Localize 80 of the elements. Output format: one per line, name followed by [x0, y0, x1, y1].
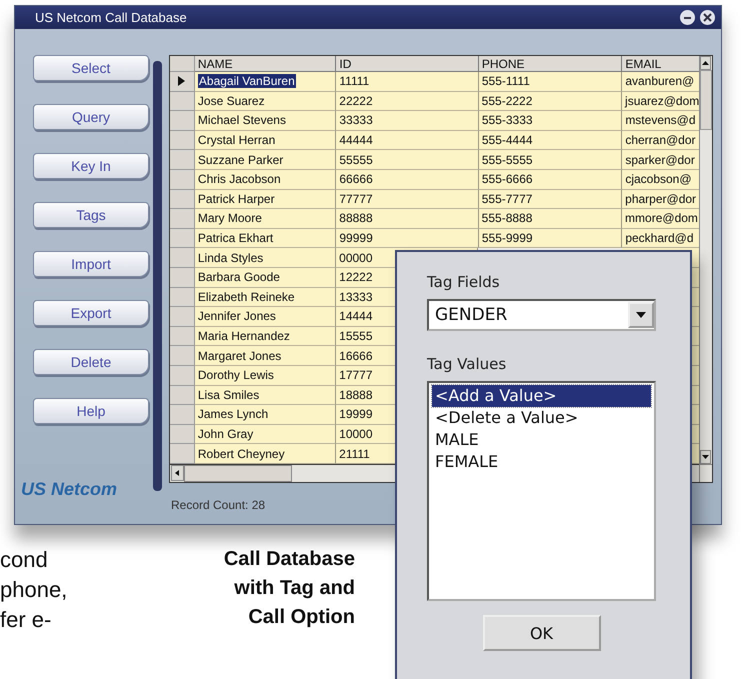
dropdown-field[interactable]: GENDER [427, 299, 656, 331]
table-cell: 44444 [336, 130, 479, 150]
table-cell: Robert Cheyney [194, 444, 336, 464]
scroll-thumb[interactable] [700, 70, 712, 130]
table-cell: 33333 [336, 111, 479, 131]
scroll-down-button[interactable] [700, 450, 712, 464]
table-cell: mmore@dom [622, 209, 700, 229]
close-button[interactable] [700, 10, 715, 25]
table-cell: 555-1111 [478, 72, 622, 92]
column-header[interactable]: NAME [194, 56, 336, 72]
table-cell: 22222 [336, 92, 479, 112]
close-icon [703, 13, 712, 22]
table-cell: Linda Styles [194, 248, 336, 268]
vertical-scrollbar[interactable] [699, 56, 712, 482]
table-cell: 555-4444 [478, 130, 622, 150]
side-button[interactable]: Tags [33, 202, 149, 228]
table-cell: jsuarez@dom [622, 92, 700, 112]
side-button[interactable]: Export [33, 300, 149, 326]
list-item[interactable]: <Add a Value> [432, 385, 651, 407]
scroll-thumb[interactable] [184, 464, 292, 482]
table-cell: avanburen@ [622, 72, 700, 92]
table-cell: Chris Jacobson [194, 170, 336, 190]
table-cell: Lisa Smiles [194, 386, 336, 406]
table-cell: Abagail VanBuren [194, 72, 336, 92]
table-cell: Crystal Herran [194, 130, 336, 150]
table-cell: 99999 [336, 228, 479, 248]
table-cell: John Gray [194, 424, 336, 444]
table-cell: Margaret Jones [194, 346, 336, 366]
side-button[interactable]: Select [33, 55, 149, 81]
corner-cell [170, 56, 195, 72]
side-button[interactable]: Delete [33, 349, 149, 375]
scroll-left-button[interactable] [171, 464, 184, 481]
table-cell: Elizabeth Reineke [194, 288, 336, 308]
body-text: cond phone, fer e- [0, 546, 68, 634]
table-cell: Maria Hernandez [194, 326, 336, 346]
logo-text: US Netcom [21, 479, 118, 500]
column-header[interactable]: EMAIL [622, 56, 700, 72]
table-cell: 555-7777 [478, 190, 622, 210]
table-cell: Patrica Ekhart [194, 228, 336, 248]
table-cell: 555-3333 [478, 111, 622, 131]
row-header[interactable] [170, 72, 195, 92]
table-cell: peckhard@d [622, 228, 700, 248]
table-cell: Suzzane Parker [194, 150, 336, 170]
table-cell: pharper@dor [622, 190, 700, 210]
table-cell: mstevens@d [622, 111, 700, 131]
side-button[interactable]: Help [33, 398, 149, 424]
record-count: Record Count: 28 [171, 498, 266, 512]
table-cell: Michael Stevens [194, 111, 336, 131]
table-cell: cjacobson@ [622, 170, 700, 190]
table-cell: Barbara Goode [194, 268, 336, 288]
table-cell: 88888 [336, 209, 479, 229]
table-cell: Mary Moore [194, 209, 336, 229]
table-cell: 11111 [336, 72, 479, 92]
table-cell: sparker@dor [622, 150, 700, 170]
column-header[interactable]: PHONE [478, 56, 622, 72]
table-cell: Jennifer Jones [194, 307, 336, 327]
table-cell: 55555 [336, 150, 479, 170]
ok-button[interactable]: OK [482, 615, 600, 651]
table-cell: Jose Suarez [194, 92, 336, 112]
side-button[interactable]: Query [33, 104, 149, 130]
table-cell: 555-8888 [478, 209, 622, 229]
table-cell: Patrick Harper [194, 190, 336, 210]
window-title: US Netcom Call Database [35, 10, 188, 25]
table-cell: 77777 [336, 190, 479, 210]
table-cell: Dorothy Lewis [194, 366, 336, 386]
table-cell: James Lynch [194, 405, 336, 425]
caption-text: Call Database with Tag and Call Option [224, 547, 355, 630]
table-cell: 555-6666 [478, 170, 622, 190]
table-cell: 555-5555 [478, 150, 622, 170]
scroll-up-button[interactable] [700, 56, 712, 70]
table-cell: 555-9999 [478, 228, 622, 248]
minimize-button[interactable] [680, 10, 695, 25]
table-cell: 555-2222 [478, 92, 622, 112]
table-cell: cherran@dor [622, 130, 700, 150]
caret-icon [636, 312, 646, 318]
column-header[interactable]: ID [336, 56, 479, 72]
table-cell: 66666 [336, 170, 479, 190]
dropdown-button[interactable] [628, 302, 654, 328]
side-button[interactable]: Import [33, 251, 149, 277]
side-button[interactable]: Key In [33, 153, 149, 179]
